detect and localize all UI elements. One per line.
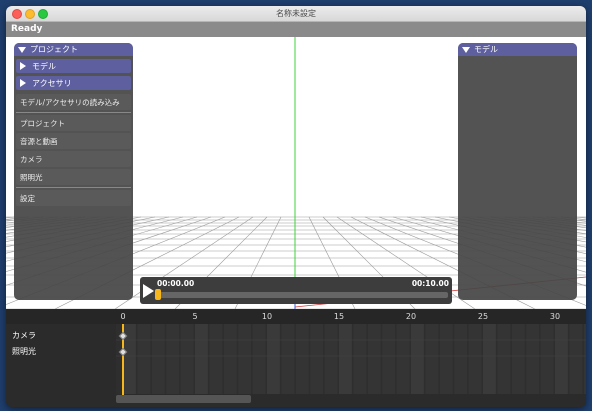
keyframe-grid bbox=[116, 324, 586, 394]
window-title: 名称未設定 bbox=[276, 9, 316, 18]
seek-handle[interactable] bbox=[155, 289, 161, 300]
project-button[interactable]: プロジェクト bbox=[16, 115, 131, 131]
timeline-ruler[interactable]: 0 5 10 15 20 25 30 bbox=[6, 309, 586, 324]
tree-item-model[interactable]: モデル bbox=[16, 59, 131, 73]
tick-label-20: 20 bbox=[405, 312, 417, 321]
audio-video-button[interactable]: 音源と動画 bbox=[16, 133, 131, 149]
tick-label-25: 25 bbox=[477, 312, 489, 321]
expand-triangle-icon bbox=[20, 62, 26, 70]
3d-viewport[interactable]: プロジェクト モデル アクセサリ モデル/アクセサリの読み込み プロジェクト 音… bbox=[6, 37, 586, 309]
project-panel-title: プロジェクト bbox=[30, 45, 78, 54]
tick-label-10: 10 bbox=[261, 312, 273, 321]
tick-label-0: 0 bbox=[120, 312, 126, 321]
keyframe-track-area[interactable] bbox=[116, 324, 586, 394]
divider bbox=[16, 187, 131, 188]
timeline-scrollbar[interactable] bbox=[116, 395, 251, 403]
tree-item-model-label: モデル bbox=[32, 61, 56, 71]
camera-button[interactable]: カメラ bbox=[16, 151, 131, 167]
tree-item-accessory-label: アクセサリ bbox=[32, 78, 72, 88]
title-bar: 名称未設定 bbox=[6, 6, 586, 22]
model-panel: モデル bbox=[458, 43, 577, 300]
collapse-triangle-icon bbox=[462, 46, 470, 53]
expand-triangle-icon bbox=[20, 79, 26, 87]
model-panel-header[interactable]: モデル bbox=[458, 43, 577, 56]
divider bbox=[16, 112, 131, 113]
end-time: 00:10.00 bbox=[411, 279, 449, 288]
project-panel-header[interactable]: プロジェクト bbox=[14, 43, 133, 56]
track-label-camera[interactable]: カメラ bbox=[12, 330, 36, 341]
tree-item-accessory[interactable]: アクセサリ bbox=[16, 76, 131, 90]
transport-bar: 00:00.00 00:10.00 bbox=[140, 277, 452, 304]
lighting-button[interactable]: 照明光 bbox=[16, 169, 131, 185]
tick-label-15: 15 bbox=[333, 312, 345, 321]
seek-bar[interactable] bbox=[157, 292, 448, 298]
collapse-triangle-icon bbox=[18, 46, 26, 53]
project-panel: プロジェクト モデル アクセサリ モデル/アクセサリの読み込み プロジェクト 音… bbox=[14, 43, 133, 300]
status-bar: Ready bbox=[6, 22, 586, 37]
load-model-accessory-button[interactable]: モデル/アクセサリの読み込み bbox=[16, 94, 131, 110]
tick-label-5: 5 bbox=[192, 312, 198, 321]
tick-label-30: 30 bbox=[549, 312, 561, 321]
track-label-lighting[interactable]: 照明光 bbox=[12, 346, 36, 357]
settings-button[interactable]: 設定 bbox=[16, 190, 131, 206]
current-time: 00:00.00 bbox=[157, 279, 195, 288]
app-window: 名称未設定 Ready プロジェクト モデル アクセサリ モデル/アクセサリの読… bbox=[6, 6, 586, 407]
timeline-panel: 0 5 10 15 20 25 30 カメラ 照明光 bbox=[6, 309, 586, 407]
play-icon[interactable] bbox=[143, 284, 154, 298]
model-panel-title: モデル bbox=[474, 45, 498, 54]
